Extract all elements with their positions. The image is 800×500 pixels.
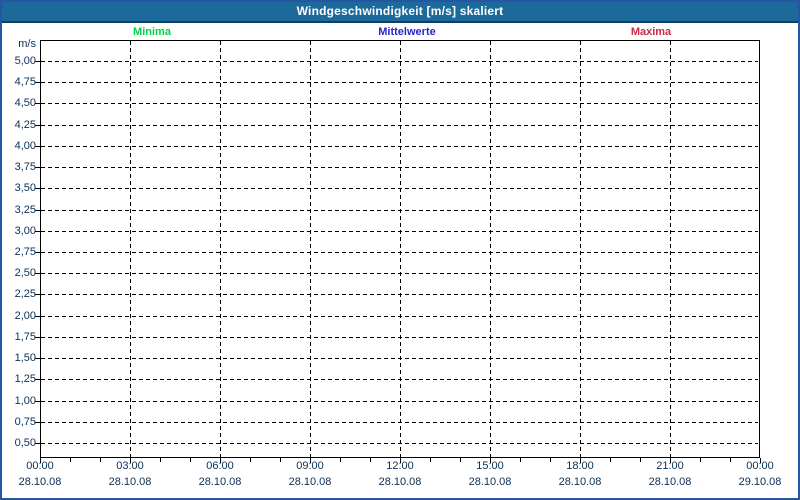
- x-axis-date-label: 29.10.08: [738, 476, 782, 488]
- x-axis-time-label: 12:00: [386, 460, 414, 472]
- x-gridline: [490, 41, 491, 457]
- legend-mittelwerte: Mittelwerte: [378, 26, 436, 38]
- legend-maxima: Maxima: [630, 26, 672, 38]
- x-gridline: [310, 41, 311, 457]
- y-axis-tick-label: 4,50: [14, 97, 36, 109]
- y-axis-tick-label: 0,75: [14, 416, 36, 428]
- y-axis-tick-label: 3,75: [14, 161, 36, 173]
- x-axis-time-label: 00:00: [746, 460, 774, 472]
- x-axis-time-label: 06:00: [206, 460, 234, 472]
- x-axis-date-label: 28.10.08: [288, 476, 332, 488]
- x-axis-date-label: 28.10.08: [468, 476, 512, 488]
- x-axis-time-label: 18:00: [566, 460, 594, 472]
- legend-minima: Minima: [133, 26, 171, 38]
- y-axis-tick-label: 1,50: [14, 352, 36, 364]
- x-gridline: [400, 41, 401, 457]
- x-axis-time-label: 09:00: [296, 460, 324, 472]
- x-axis-date-label: 28.10.08: [558, 476, 602, 488]
- y-axis-tick-label: 1,25: [14, 373, 36, 385]
- window-title: Windgeschwindigkeit [m/s] skaliert: [296, 4, 504, 18]
- y-axis-tick-label: 0,50: [14, 437, 36, 449]
- x-axis-time-label: 00:00: [26, 460, 54, 472]
- y-axis-tick-label: 1,00: [14, 395, 36, 407]
- y-axis-tick-label: 1,75: [14, 331, 36, 343]
- x-axis-date-label: 28.10.08: [18, 476, 62, 488]
- y-axis-tick-label: 4,25: [14, 119, 36, 131]
- y-axis-tick-label: 4,75: [14, 76, 36, 88]
- y-axis-tick-label: 2,00: [14, 310, 36, 322]
- y-axis-tick-label: 4,00: [14, 140, 36, 152]
- y-axis-tick-label: 2,75: [14, 246, 36, 258]
- y-axis-tick-label: 3,00: [14, 225, 36, 237]
- x-axis-date-label: 28.10.08: [378, 476, 422, 488]
- title-bar: Windgeschwindigkeit [m/s] skaliert: [2, 2, 798, 23]
- y-axis-unit-label: m/s: [18, 38, 36, 50]
- y-axis-tick-label: 3,50: [14, 182, 36, 194]
- x-gridline: [580, 41, 581, 457]
- x-axis-time-label: 15:00: [476, 460, 504, 472]
- x-gridline: [220, 41, 221, 457]
- y-axis-tick-label: 5,00: [14, 55, 36, 67]
- y-axis-tick-label: 2,50: [14, 267, 36, 279]
- x-axis-date-label: 28.10.08: [108, 476, 152, 488]
- y-axis-tick-label: 3,25: [14, 204, 36, 216]
- y-axis-tick-label: 2,25: [14, 288, 36, 300]
- x-axis-time-label: 21:00: [656, 460, 684, 472]
- x-axis-time-label: 03:00: [116, 460, 144, 472]
- plot-area: [40, 40, 760, 458]
- chart-window: Windgeschwindigkeit [m/s] skaliert Minim…: [0, 0, 800, 500]
- x-gridline: [130, 41, 131, 457]
- x-axis-date-label: 28.10.08: [648, 476, 692, 488]
- x-axis-date-label: 28.10.08: [198, 476, 242, 488]
- x-gridline: [670, 41, 671, 457]
